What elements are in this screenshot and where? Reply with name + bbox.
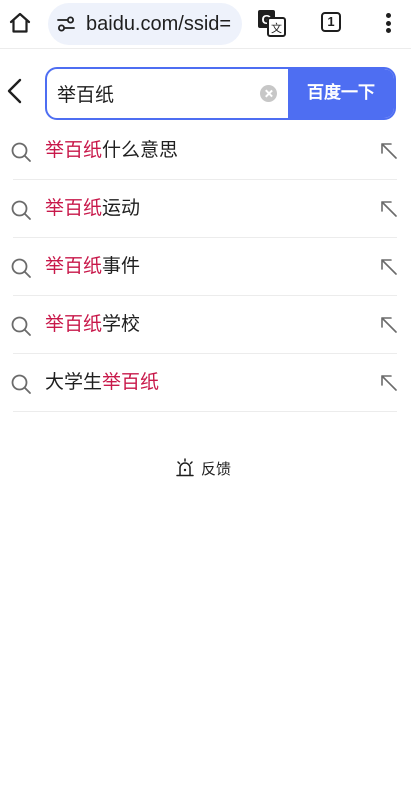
suggestion-text[interactable]: 大学生举百纸 [45, 370, 159, 394]
suggestion-item[interactable]: 举百纸事件 [11, 238, 398, 296]
feedback-label[interactable]: 反馈 [201, 458, 231, 479]
chevron-left-icon[interactable] [2, 76, 28, 106]
suggestion-text[interactable]: 举百纸学校 [45, 312, 140, 336]
arrow-up-left-icon[interactable] [380, 200, 398, 218]
search-icon [11, 200, 31, 220]
more-vert-icon[interactable] [378, 10, 398, 36]
suggestion-text[interactable]: 举百纸事件 [45, 254, 140, 278]
feedback-icon [176, 458, 194, 477]
search-icon [11, 374, 31, 394]
clear-icon[interactable] [260, 85, 277, 102]
suggestion-item[interactable]: 举百纸什么意思 [11, 122, 398, 180]
arrow-up-left-icon[interactable] [380, 316, 398, 334]
suggestion-highlight: 举百纸 [45, 313, 103, 335]
search-box: 百度一下 [45, 67, 396, 120]
suggestion-item[interactable]: 举百纸运动 [11, 180, 398, 238]
search-icon [11, 258, 31, 278]
svg-text:文: 文 [271, 21, 282, 35]
suggestion-highlight: 举百纸 [45, 139, 103, 161]
address-bar[interactable]: baidu.com/ssid= [48, 3, 242, 45]
url-text[interactable]: baidu.com/ssid= [86, 12, 231, 36]
browser-toolbar: baidu.com/ssid= G 文 1 [0, 0, 411, 49]
suggestion-item[interactable]: 大学生举百纸 [11, 354, 398, 412]
home-icon[interactable] [6, 9, 34, 37]
search-input[interactable] [57, 69, 247, 118]
arrow-up-left-icon[interactable] [380, 258, 398, 276]
arrow-up-left-icon[interactable] [380, 374, 398, 392]
translate-icon[interactable]: G 文 [257, 9, 287, 37]
search-icon [11, 316, 31, 336]
feedback-button[interactable]: 反馈 [175, 457, 231, 479]
suggestion-item[interactable]: 举百纸学校 [11, 296, 398, 354]
suggestion-list: 举百纸什么意思 举百纸运动 举百纸事件 举百纸学校 大学生举百纸 [0, 122, 411, 412]
suggestion-text[interactable]: 举百纸运动 [45, 196, 140, 220]
arrow-up-left-icon[interactable] [380, 142, 398, 160]
tab-switcher-icon[interactable]: 1 [321, 12, 341, 32]
tune-icon[interactable] [56, 14, 76, 34]
suggestion-text[interactable]: 举百纸什么意思 [45, 138, 178, 162]
search-submit-button[interactable]: 百度一下 [288, 69, 394, 118]
suggestion-highlight: 举百纸 [102, 371, 160, 393]
suggestion-highlight: 举百纸 [45, 255, 103, 277]
suggestion-highlight: 举百纸 [45, 197, 103, 219]
search-icon [11, 142, 31, 162]
